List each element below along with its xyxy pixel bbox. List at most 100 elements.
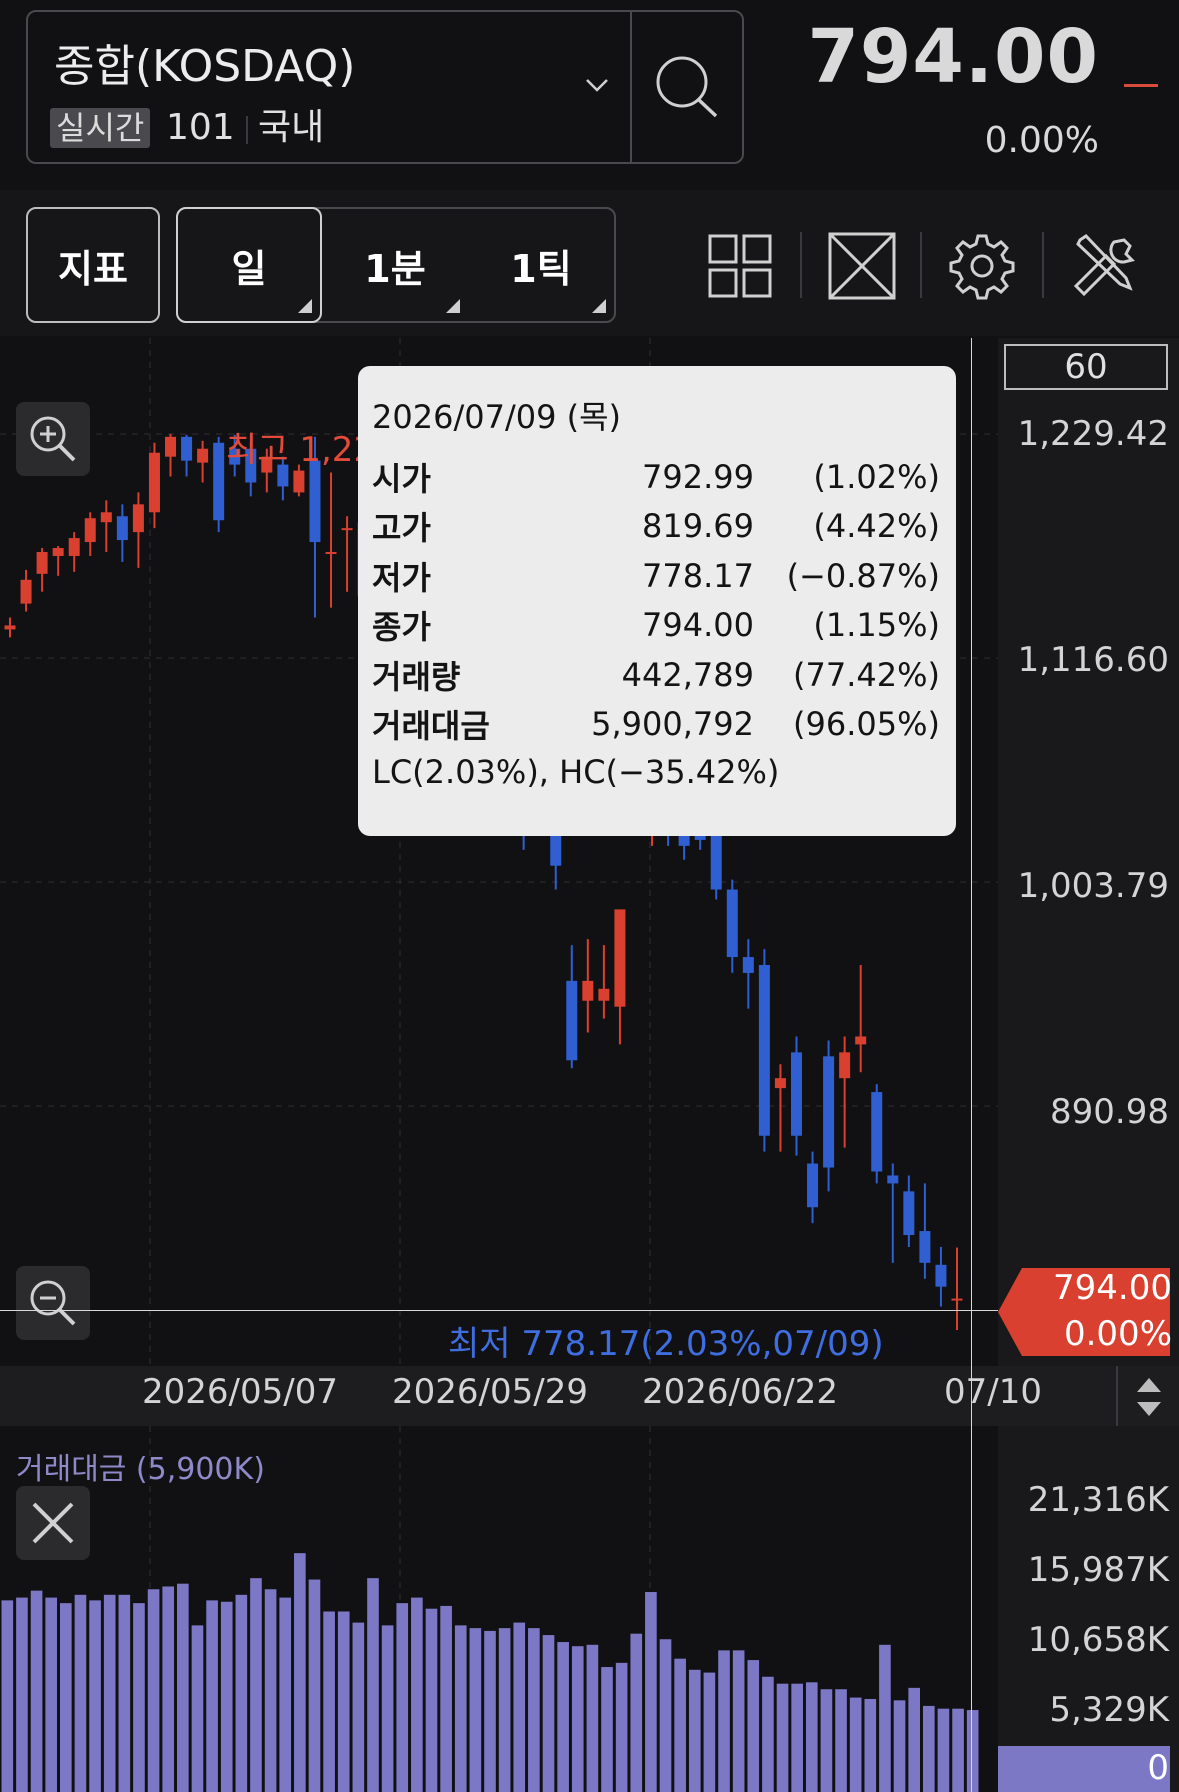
candle-body [903,1191,915,1236]
tooltip-row-high: 고가 819.69 (4.42%) [372,502,940,552]
candle-body [566,980,578,1061]
candle-body [181,436,193,461]
volume-bar [235,1594,248,1792]
settings-gear-icon[interactable] [940,224,1024,308]
volume-bar [688,1669,701,1792]
volume-bar [381,1625,394,1792]
updown-arrows-icon[interactable] [1134,1376,1164,1418]
zoom-out-icon [30,1280,76,1326]
volume-bar [805,1682,818,1792]
candle-body [839,1052,851,1079]
zoom-in-button[interactable] [16,402,90,476]
volume-axis-label: 15,987K [1027,1550,1169,1590]
period-label: 1분 [364,246,426,291]
volume-bar [557,1642,569,1792]
search-icon [656,56,718,118]
candle-body [325,551,337,554]
volume-bar [323,1611,335,1792]
volume-bar [411,1597,423,1792]
period-tick-button[interactable]: 1틱 [468,209,614,321]
volume-bar [30,1590,43,1792]
candle-body [855,1036,867,1045]
zoom-out-button[interactable] [16,1266,90,1340]
volume-bar [469,1628,482,1792]
period-day-button[interactable]: 일 [176,207,322,323]
volume-axis-label: 10,658K [1027,1620,1169,1660]
price-change-marker [1124,84,1158,87]
volume-bar [1,1600,14,1792]
volume-bar [147,1589,160,1792]
candle-body [309,460,321,543]
tooltip-row-volume: 거래량 442,789 (77.42%) [372,650,940,700]
volume-bar [440,1605,452,1792]
volume-bar [484,1630,496,1792]
price-change-pct: 0.00% [984,120,1099,161]
dropdown-corner-icon [298,299,312,313]
volume-bar [864,1698,877,1792]
volume-bar [264,1589,277,1792]
volume-bar [74,1594,87,1792]
volume-bar [16,1597,28,1792]
volume-bar [820,1689,833,1792]
period-minute-button[interactable]: 1분 [322,209,468,321]
volume-bar [922,1705,935,1792]
candle-body [887,1175,899,1184]
candle-body [871,1092,883,1172]
volume-bar [674,1658,686,1792]
layout-grid-icon[interactable] [698,224,782,308]
tooltip-key: 거래량 [372,657,461,696]
tools-icon[interactable] [1062,224,1146,308]
tooltip-value: 5,900,792 [591,705,754,744]
volume-bar [528,1628,540,1792]
fullscreen-icon[interactable] [820,224,904,308]
volume-bar [776,1683,789,1792]
close-volume-button[interactable] [16,1486,90,1560]
candle-tooltip: 2026/07/09 (목) 시가 792.99 (1.02%) 고가 819.… [358,366,956,836]
candle-body [213,442,225,521]
volume-bar [118,1594,131,1792]
volume-bar [89,1600,101,1792]
period-count-box[interactable]: 60 [1004,344,1168,390]
candle-body [36,551,48,574]
volume-bar [294,1553,306,1792]
symbol-divider [630,12,632,162]
zoom-in-icon [30,416,76,462]
candle-body [726,889,738,958]
volume-bar [250,1578,262,1792]
search-button[interactable] [634,12,744,162]
volume-title: 거래대금 (5,900K) [16,1452,265,1487]
y-axis-label: 1,229.42 [1017,414,1169,454]
volume-bar [645,1592,657,1792]
volume-bar [133,1603,145,1792]
tooltip-pct: (96.05%) [793,705,940,744]
tooltip-value: 792.99 [642,457,754,496]
candle-body [68,538,80,556]
volume-bar [425,1608,438,1792]
volume-bar [586,1644,599,1792]
close-icon [32,1502,74,1544]
tooltip-pct: (1.02%) [813,457,940,496]
tooltip-key: 종가 [372,608,431,647]
volume-bar [162,1586,175,1792]
tooltip-footer: LC(2.03%), HC(−35.42%) [372,753,780,791]
tooltip-row-open: 시가 792.99 (1.02%) [372,452,940,502]
candle-body [758,964,770,1136]
volume-bar [762,1676,774,1792]
tooltip-key: 거래대금 [372,707,490,746]
volume-bar [615,1662,628,1792]
period-label: 일 [231,246,267,291]
tooltip-row-amount: 거래대금 5,900,792 (96.05%) [372,700,940,750]
candle-body [84,518,96,543]
chevron-down-icon[interactable] [584,72,610,98]
symbol-selector[interactable]: 종합(KOSDAQ) 실시간 101 국내 [26,10,744,164]
date-label: 07/10 [944,1372,1042,1412]
current-price: 794.00 [807,14,1099,100]
dropdown-corner-icon [592,299,606,313]
volume-bar [279,1597,292,1792]
candle-body [4,625,16,630]
tooltip-pct: (−0.87%) [786,556,940,595]
tooltip-pct: (77.42%) [793,655,940,694]
indicator-button[interactable]: 지표 [26,207,160,323]
dropdown-corner-icon [446,299,460,313]
crosshair-vertical [971,338,972,1792]
